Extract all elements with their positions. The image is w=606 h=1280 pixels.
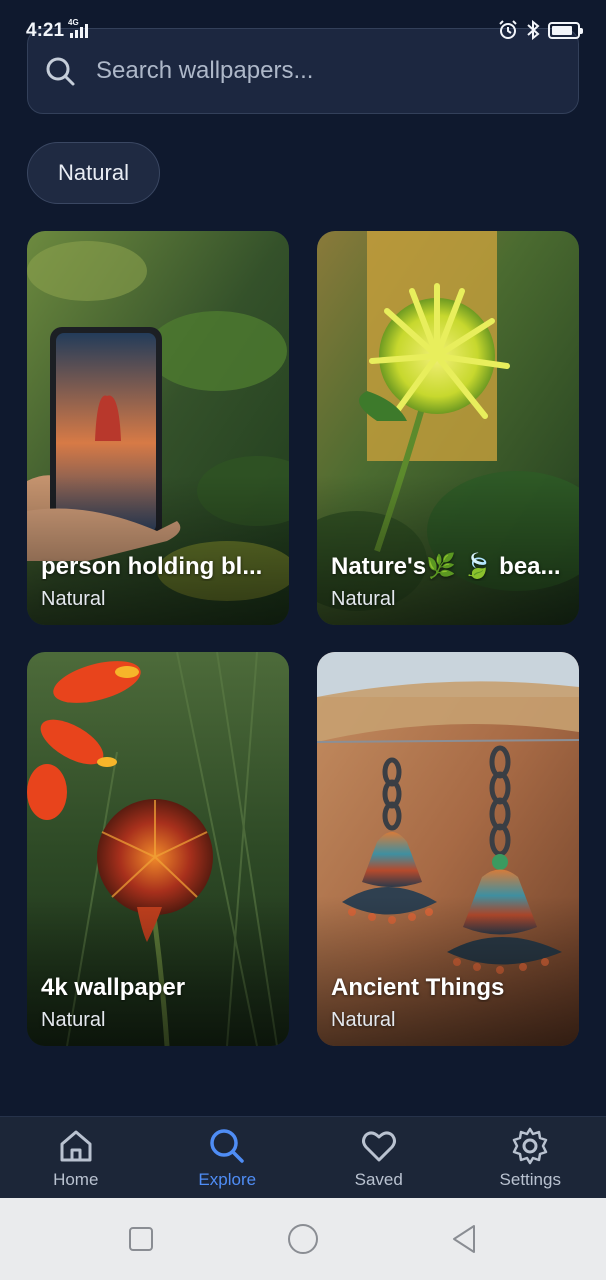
card-category: Natural bbox=[41, 1009, 106, 1031]
battery-icon bbox=[548, 21, 583, 39]
nav-item-saved[interactable]: Saved bbox=[319, 1126, 439, 1190]
card-title: 4k wallpaper bbox=[41, 974, 186, 1001]
home-icon bbox=[60, 1130, 92, 1161]
signal-icon: 4G bbox=[68, 18, 89, 38]
wallpaper-card[interactable]: 4k wallpaper Natural bbox=[27, 652, 289, 1046]
card-title: person holding bl... bbox=[41, 553, 263, 580]
search-icon bbox=[210, 1128, 244, 1163]
wallpaper-card[interactable]: person holding bl... Natural bbox=[27, 231, 289, 625]
card-category: Natural bbox=[331, 1009, 396, 1031]
card-title: Ancient Things bbox=[331, 974, 505, 1001]
wallpaper-card[interactable]: Ancient Things Natural bbox=[317, 652, 579, 1046]
card-category: Natural bbox=[331, 588, 396, 610]
wallpaper-card[interactable]: Nature's🌿 🍃 bea... Natural bbox=[317, 231, 579, 625]
battery-fill bbox=[552, 25, 573, 35]
recents-icon[interactable] bbox=[124, 1222, 158, 1256]
card-title: Nature's🌿 🍃 bea... bbox=[331, 553, 561, 580]
heart-icon bbox=[361, 1130, 396, 1161]
status-bar: 4:21 4G bbox=[0, 0, 606, 62]
home-button-icon[interactable] bbox=[286, 1222, 320, 1256]
gear-icon bbox=[513, 1127, 548, 1164]
status-left: 4:21 4G bbox=[26, 18, 89, 42]
card-category: Natural bbox=[41, 588, 106, 610]
status-right bbox=[498, 20, 583, 40]
system-nav-bar bbox=[0, 1198, 606, 1280]
nav-item-label: Explore bbox=[198, 1169, 257, 1189]
nav-item-explore[interactable]: Explore bbox=[167, 1126, 287, 1190]
network-type: 4G bbox=[68, 18, 79, 27]
nav-item-label: Settings bbox=[499, 1169, 561, 1189]
nav-item-settings[interactable]: Settings bbox=[470, 1126, 590, 1190]
filter-chip-natural[interactable]: Natural bbox=[27, 142, 160, 204]
nav-item-label: Home bbox=[53, 1169, 99, 1189]
nav-item-label: Saved bbox=[354, 1169, 403, 1189]
bottom-nav: Home Explore Saved Settings bbox=[0, 1116, 606, 1198]
back-icon[interactable] bbox=[448, 1222, 482, 1256]
status-time: 4:21 bbox=[26, 20, 65, 41]
bluetooth-icon bbox=[527, 20, 540, 40]
alarm-icon bbox=[499, 20, 517, 39]
nav-item-home[interactable]: Home bbox=[16, 1126, 136, 1190]
